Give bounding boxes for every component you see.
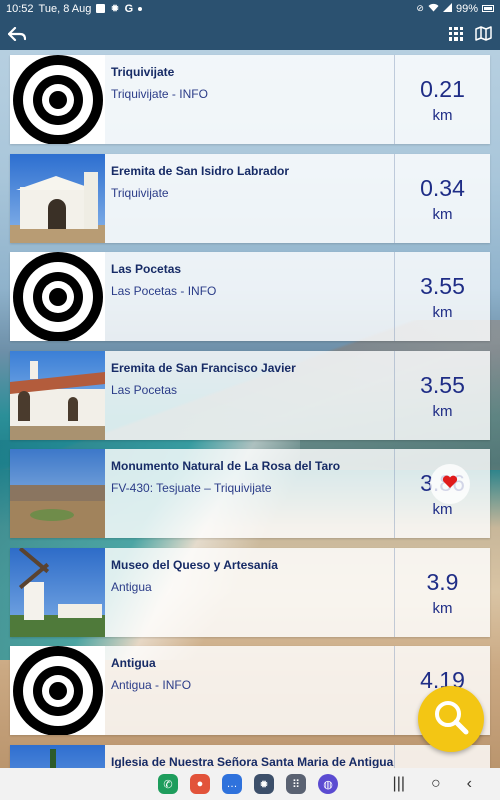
favorite-button[interactable] bbox=[430, 464, 470, 504]
app-bar bbox=[0, 17, 500, 50]
distance-unit: km bbox=[432, 106, 453, 124]
place-subtitle: Antigua bbox=[111, 580, 152, 594]
place-distance: 3.9 km bbox=[394, 548, 490, 637]
place-title: Eremita de San Isidro Labrador bbox=[111, 164, 290, 178]
back-arrow-icon[interactable] bbox=[7, 23, 27, 45]
messages-app-icon[interactable]: … bbox=[222, 774, 242, 794]
gear-icon: ✹ bbox=[110, 3, 120, 15]
distance-unit: km bbox=[432, 599, 453, 617]
battery-level: 99% bbox=[455, 2, 478, 15]
place-subtitle: Las Pocetas - INFO bbox=[111, 284, 217, 298]
target-icon bbox=[10, 646, 105, 735]
distance-value: 3.55 bbox=[420, 371, 465, 398]
map-view-icon[interactable] bbox=[475, 26, 492, 41]
distance-value: 3.55 bbox=[420, 272, 465, 299]
distance-value: 0.21 bbox=[420, 75, 465, 102]
status-bar: 10:52 Tue, 8 Aug ✹ G ⊘ 99% bbox=[0, 0, 500, 17]
church-photo bbox=[10, 745, 105, 768]
place-subtitle: Triquivijate - INFO bbox=[111, 87, 208, 101]
place-subtitle: Las Pocetas bbox=[111, 383, 178, 397]
place-subtitle: Triquivijate bbox=[111, 186, 169, 200]
search-icon bbox=[431, 697, 471, 742]
place-title: Museo del Queso y Artesanía bbox=[111, 558, 278, 572]
place-card[interactable]: Museo del Queso y Artesanía Antigua 3.9 … bbox=[10, 548, 490, 637]
battery-icon bbox=[482, 5, 494, 12]
status-time: 10:52 bbox=[6, 2, 34, 15]
place-distance: 0.21 km bbox=[394, 55, 490, 144]
internet-app-icon[interactable]: ◍ bbox=[318, 774, 338, 794]
gallery-icon bbox=[96, 4, 106, 13]
distance-value: 3.9 bbox=[426, 568, 459, 595]
navigation-bar: ✆ ● … ✹ ⠿ ◍ ||| ○ ‹ bbox=[0, 768, 500, 800]
wifi-icon bbox=[428, 3, 439, 15]
place-distance: 0.34 km bbox=[394, 154, 490, 243]
google-icon: G bbox=[124, 2, 134, 15]
landscape-photo bbox=[10, 449, 105, 538]
distance-unit: km bbox=[432, 205, 453, 223]
place-subtitle: Antigua - INFO bbox=[111, 678, 192, 692]
dot-icon bbox=[138, 6, 143, 11]
place-title: Eremita de San Francisco Javier bbox=[111, 361, 296, 375]
heart-icon bbox=[442, 475, 458, 494]
chapel-photo bbox=[10, 154, 105, 243]
place-title: Monumento Natural de La Rosa del Taro bbox=[111, 459, 341, 473]
distance-unit: km bbox=[432, 402, 453, 420]
place-card[interactable]: Las Pocetas Las Pocetas - INFO 3.55 km bbox=[10, 252, 490, 341]
app-dock: ✆ ● … ✹ ⠿ ◍ bbox=[158, 774, 338, 794]
place-title: Triquivijate bbox=[111, 65, 175, 79]
contacts-app-icon[interactable]: ● bbox=[190, 774, 210, 794]
phone-app-icon[interactable]: ✆ bbox=[158, 774, 178, 794]
status-date: Tue, 8 Aug bbox=[38, 2, 92, 15]
place-subtitle: FV-430: Tesjuate – Triquivijate bbox=[111, 481, 272, 495]
place-card[interactable]: Triquivijate Triquivijate - INFO 0.21 km bbox=[10, 55, 490, 144]
place-card[interactable]: Iglesia de Nuestra Señora Santa Maria de… bbox=[10, 745, 490, 768]
place-distance: 3.55 km bbox=[394, 351, 490, 440]
target-icon bbox=[10, 252, 105, 341]
recents-icon[interactable]: ||| bbox=[393, 775, 405, 793]
search-button[interactable] bbox=[418, 686, 484, 752]
distance-value: 0.34 bbox=[420, 174, 465, 201]
app-drawer-icon[interactable]: ⠿ bbox=[286, 774, 306, 794]
back-icon[interactable]: ‹ bbox=[467, 775, 472, 793]
mute-icon: ⊘ bbox=[416, 3, 424, 13]
place-card[interactable]: Eremita de San Isidro Labrador Triquivij… bbox=[10, 154, 490, 243]
place-title: Antigua bbox=[111, 656, 156, 670]
distance-unit: km bbox=[432, 303, 453, 321]
settings-app-icon[interactable]: ✹ bbox=[254, 774, 274, 794]
place-card[interactable]: Eremita de San Francisco Javier Las Poce… bbox=[10, 351, 490, 440]
place-title: Las Pocetas bbox=[111, 262, 182, 276]
grid-view-icon[interactable] bbox=[449, 26, 463, 41]
place-distance: 3.55 km bbox=[394, 252, 490, 341]
place-card[interactable]: Monumento Natural de La Rosa del Taro FV… bbox=[10, 449, 490, 538]
target-icon bbox=[10, 55, 105, 144]
signal-icon bbox=[442, 2, 452, 15]
home-icon[interactable]: ○ bbox=[431, 775, 441, 793]
windmill-photo bbox=[10, 548, 105, 637]
hermitage-photo bbox=[10, 351, 105, 440]
places-list[interactable]: Triquivijate Triquivijate - INFO 0.21 km… bbox=[0, 50, 500, 768]
place-title: Iglesia de Nuestra Señora Santa Maria de… bbox=[111, 755, 394, 768]
